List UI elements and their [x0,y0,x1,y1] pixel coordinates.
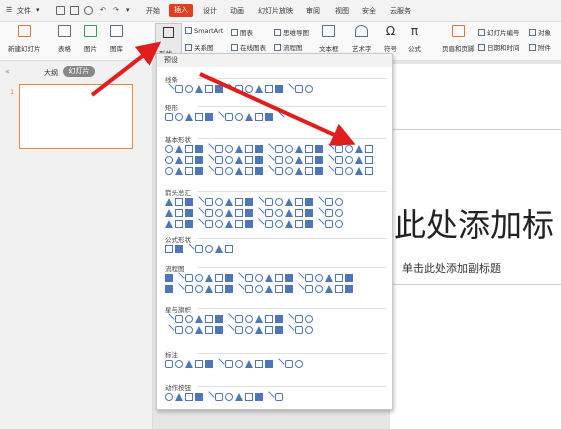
arrow-to-shape-item [199,72,356,146]
annotation-arrows [90,41,356,146]
arrow-to-shape-button [90,41,162,97]
